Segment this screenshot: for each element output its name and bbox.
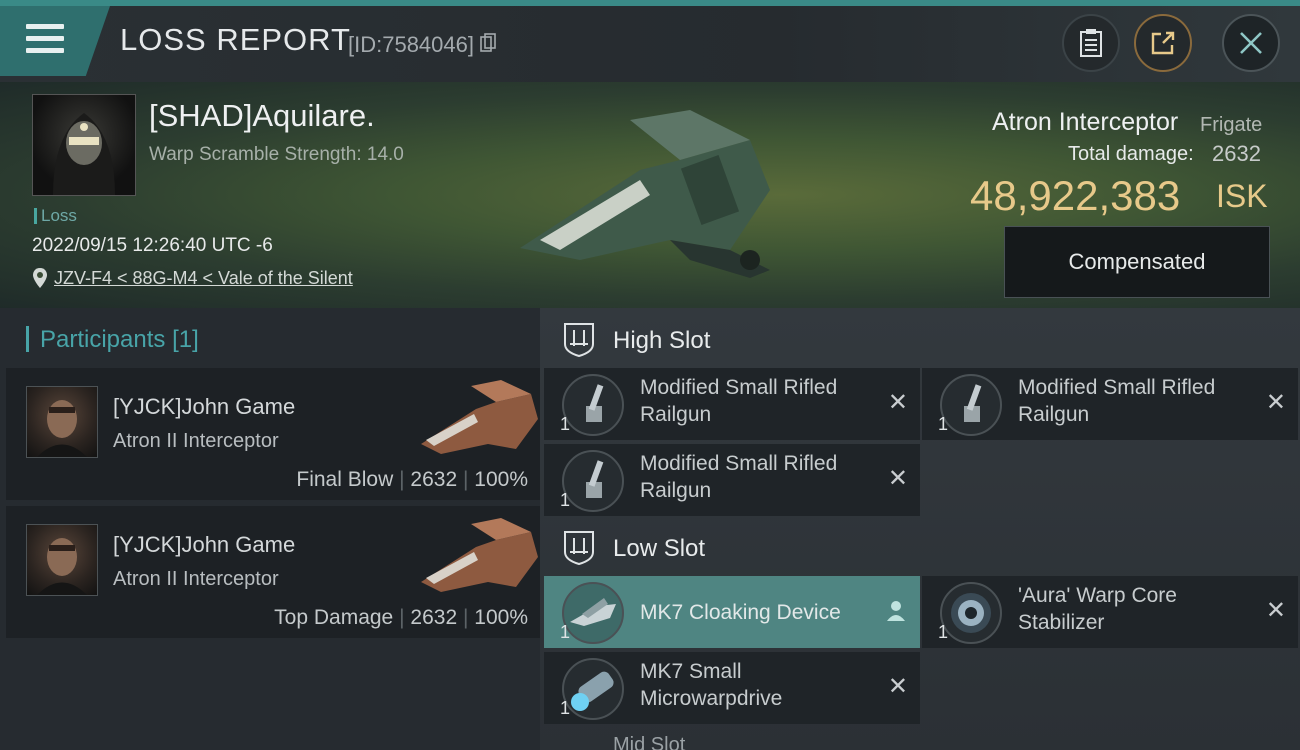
- cloaking-device-icon: [562, 582, 624, 644]
- victim-name[interactable]: [SHAD]Aquilare.: [149, 98, 375, 134]
- mid-slot-label: Mid Slot: [613, 734, 686, 750]
- participant-stats: Final Blow | 2632 | 100%: [296, 468, 528, 492]
- page-title: LOSS REPORT: [120, 22, 351, 57]
- remove-x-icon[interactable]: ✕: [888, 464, 908, 492]
- separator: |: [462, 606, 469, 629]
- participant-row[interactable]: [YJCK]John Game Atron II Interceptor Top…: [6, 506, 540, 638]
- share-icon: [1151, 31, 1175, 55]
- microwarpdrive-icon: [562, 658, 624, 720]
- victim-ship-image: [520, 100, 780, 280]
- participant-ship: Atron II Interceptor: [113, 430, 279, 452]
- participants-label: Participants: [40, 326, 166, 353]
- module-quantity: 1: [560, 414, 571, 434]
- module-quantity: 1: [938, 414, 949, 434]
- participant-ship: Atron II Interceptor: [113, 568, 279, 590]
- total-damage-value: 2632: [1212, 141, 1261, 166]
- clipboard-icon: [1080, 29, 1102, 57]
- low-slot-heading: Low Slot: [613, 535, 706, 562]
- module-item[interactable]: 1 MK7 Cloaking Device: [544, 576, 920, 648]
- participant-name: [YJCK]John Game: [113, 394, 296, 419]
- participants-count: [1]: [172, 326, 199, 353]
- remove-x-icon[interactable]: ✕: [888, 672, 908, 700]
- loss-datetime: 2022/09/15 12:26:40 UTC -6: [32, 235, 273, 256]
- remove-x-icon[interactable]: ✕: [1266, 596, 1286, 624]
- compensated-label: Compensated: [1068, 249, 1206, 274]
- module-item[interactable]: 1 'Aura' Warp Core Stabilizer ✕: [922, 576, 1298, 648]
- total-damage-label: Total damage:: [1068, 143, 1194, 165]
- loss-tag: Loss: [34, 206, 77, 226]
- warp-core-stabilizer-icon: [940, 582, 1002, 644]
- compensated-button[interactable]: Compensated: [1004, 226, 1270, 298]
- module-item[interactable]: 1 Modified Small Rifled Railgun ✕: [544, 444, 920, 516]
- module-item[interactable]: 1 Modified Small Rifled Railgun ✕: [544, 368, 920, 440]
- slot-shield-icon: [562, 322, 596, 358]
- slot-shield-icon: [562, 530, 596, 566]
- participant-avatar[interactable]: [26, 386, 98, 458]
- remove-x-icon[interactable]: ✕: [1266, 388, 1286, 416]
- participant-role: Top Damage: [274, 606, 394, 629]
- top-accent-line: [0, 0, 1300, 6]
- copy-icon[interactable]: [480, 33, 496, 59]
- participant-stats: Top Damage | 2632 | 100%: [274, 606, 528, 630]
- module-quantity: 1: [560, 490, 571, 510]
- module-quantity: 1: [938, 622, 949, 642]
- participant-name: [YJCK]John Game: [113, 532, 296, 557]
- loss-tag-text: Loss: [41, 206, 77, 225]
- module-name: MK7 Cloaking Device: [640, 601, 841, 624]
- menu-icon[interactable]: [26, 24, 64, 56]
- high-slot-heading: High Slot: [613, 327, 711, 354]
- location-link[interactable]: JZV-F4 < 88G-M4 < Vale of the Silent: [54, 268, 353, 289]
- railgun-icon: [562, 450, 624, 512]
- isk-unit: ISK: [1216, 178, 1268, 214]
- module-item[interactable]: 1 Modified Small Rifled Railgun ✕: [922, 368, 1298, 440]
- victim-avatar[interactable]: [32, 94, 136, 196]
- victim-ship-name[interactable]: Atron Interceptor: [992, 108, 1178, 137]
- close-icon: [1240, 32, 1262, 54]
- railgun-icon: [940, 374, 1002, 436]
- separator: |: [399, 606, 405, 629]
- module-quantity: 1: [560, 622, 571, 642]
- participant-row[interactable]: [YJCK]John Game Atron II Interceptor Fin…: [6, 368, 540, 500]
- module-name: Modified Small Rifled Railgun: [640, 452, 838, 502]
- report-id-text: [ID:7584046]: [348, 32, 474, 57]
- participant-percent: 100%: [474, 606, 528, 629]
- module-item[interactable]: 1 MK7 Small Microwarpdrive ✕: [544, 652, 920, 724]
- participant-ship-image: [416, 512, 541, 597]
- location-pin-icon: [33, 268, 47, 292]
- clipboard-button[interactable]: [1062, 14, 1120, 72]
- module-name: Modified Small Rifled Railgun: [640, 376, 838, 426]
- participant-role: Final Blow: [296, 468, 394, 491]
- module-name: MK7 Small Microwarpdrive: [640, 660, 783, 710]
- report-id: [ID:7584046]: [348, 32, 496, 59]
- participants-heading: Participants [1]: [26, 326, 199, 354]
- participant-damage: 2632: [410, 468, 458, 491]
- victim-ship-class: Frigate: [1200, 114, 1263, 136]
- separator: |: [399, 468, 405, 491]
- participant-ship-image: [416, 374, 541, 459]
- share-button[interactable]: [1134, 14, 1192, 72]
- participant-percent: 100%: [474, 468, 528, 491]
- module-name: Modified Small Rifled Railgun: [1018, 376, 1216, 426]
- module-quantity: 1: [560, 698, 571, 718]
- close-button[interactable]: [1222, 14, 1280, 72]
- railgun-icon: [562, 374, 624, 436]
- participant-avatar[interactable]: [26, 524, 98, 596]
- separator: |: [462, 468, 469, 491]
- remove-x-icon[interactable]: ✕: [888, 388, 908, 416]
- isk-value: 48,922,383: [970, 172, 1181, 219]
- module-name: 'Aura' Warp Core Stabilizer: [1018, 584, 1177, 634]
- participant-damage: 2632: [410, 606, 458, 629]
- mid-slot-heading: Mid Slot: [560, 734, 860, 750]
- warp-scramble-strength: Warp Scramble Strength: 14.0: [149, 144, 404, 165]
- person-icon[interactable]: [886, 600, 906, 626]
